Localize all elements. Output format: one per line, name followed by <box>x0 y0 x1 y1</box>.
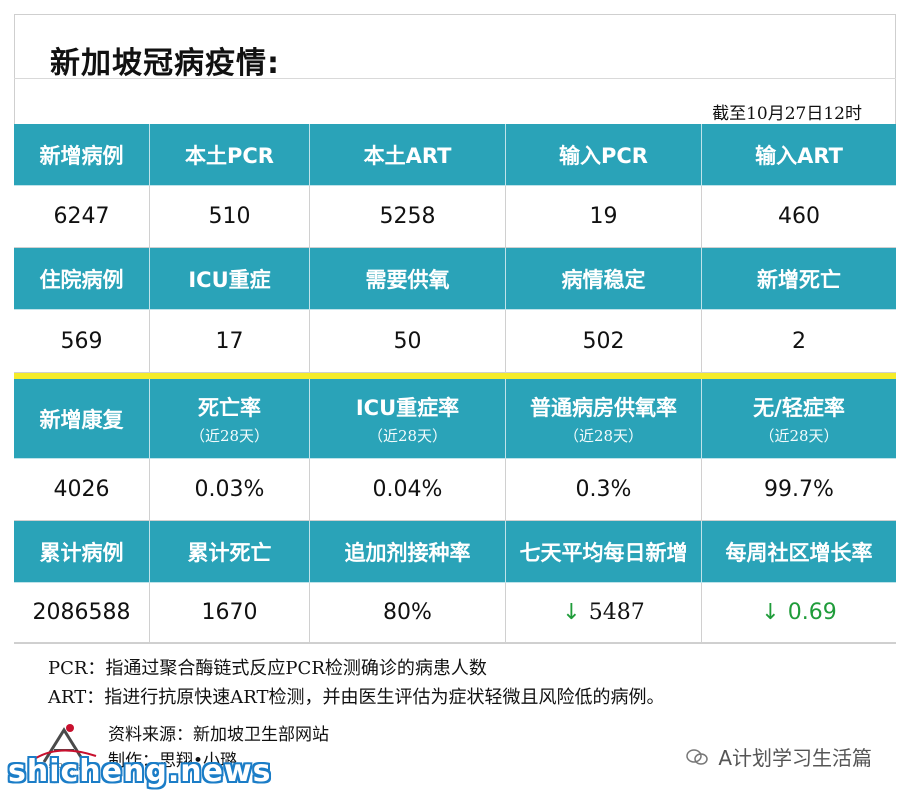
brand-signature: A计划学习生活篇 <box>686 742 872 771</box>
val-icu-rate: 0.04% <box>310 459 506 521</box>
header-row-2: 住院病例 ICU重症 需要供氧 病情稳定 新增死亡 <box>14 248 896 310</box>
val-total-deaths: 1670 <box>150 583 310 643</box>
val-import-art: 460 <box>702 186 896 248</box>
hdr-ward-oxygen-rate: 普通病房供氧率 （近28天） <box>506 379 702 459</box>
val-new-deaths: 2 <box>702 310 896 373</box>
val-death-rate: 0.03% <box>150 459 310 521</box>
value-row-3: 4026 0.03% 0.04% 0.3% 99.7% <box>14 459 896 521</box>
header-row-1: 新增病例 本土PCR 本土ART 输入PCR 输入ART <box>14 124 896 186</box>
header-row-3: 新增康复 死亡率 （近28天） ICU重症率 （近28天） 普通病房供氧率 （近28天… <box>14 379 896 459</box>
hdr-total-deaths: 累计死亡 <box>150 521 310 583</box>
val-new-cases: 6247 <box>14 186 150 248</box>
stats-table-top: 新增病例 本土PCR 本土ART 输入PCR 输入ART 6247 510 52… <box>14 124 896 373</box>
value-row-1: 6247 510 5258 19 460 <box>14 186 896 248</box>
value-row-2: 569 17 50 502 2 <box>14 310 896 373</box>
period-note: （近28天） <box>563 426 644 445</box>
val-ward-oxygen-rate: 0.3% <box>506 459 702 521</box>
hdr-mild-rate: 无/轻症率 （近28天） <box>702 379 896 459</box>
stats-table-bottom: 新增康复 死亡率 （近28天） ICU重症率 （近28天） 普通病房供氧率 （近28天… <box>14 379 896 643</box>
down-arrow-icon: ↓ <box>562 600 581 625</box>
hdr-icu-rate: ICU重症率 （近28天） <box>310 379 506 459</box>
wechat-icon <box>686 748 709 765</box>
period-note: （近28天） <box>189 426 270 445</box>
val-local-art: 5258 <box>310 186 506 248</box>
hdr-new-cases: 新增病例 <box>14 124 150 186</box>
hdr-booster-rate: 追加剂接种率 <box>310 521 506 583</box>
hdr-new-recovered: 新增康复 <box>14 379 150 459</box>
hdr-import-art: 输入ART <box>702 124 896 186</box>
val-weekly-growth: ↓ 0.69 <box>702 583 896 643</box>
val-import-pcr: 19 <box>506 186 702 248</box>
hdr-hospitalised: 住院病例 <box>14 248 150 310</box>
hdr-new-deaths: 新增死亡 <box>702 248 896 310</box>
page-title: 新加坡冠病疫情: <box>50 46 280 81</box>
period-note: （近28天） <box>367 426 448 445</box>
val-mild-rate: 99.7% <box>702 459 896 521</box>
update-time: 截至10月27日12时 <box>712 104 862 124</box>
hdr-stable: 病情稳定 <box>506 248 702 310</box>
val-icu: 17 <box>150 310 310 373</box>
val-7day-avg: ↓ 5487 <box>506 583 702 643</box>
period-note: （近28天） <box>759 426 839 445</box>
down-arrow-icon: ↓ <box>761 600 780 625</box>
value-row-4: 2086588 1670 80% ↓ 5487 ↓ 0.69 <box>14 583 896 643</box>
title-divider <box>14 78 896 79</box>
hdr-total-cases: 累计病例 <box>14 521 150 583</box>
note-art: ART：指进行抗原快速ART检测，并由医生评估为症状轻微且风险低的病例。 <box>48 687 665 708</box>
hdr-7day-avg: 七天平均每日新增 <box>506 521 702 583</box>
footnotes: PCR：指通过聚合酶链式反应PCR检测确诊的病患人数 ART：指进行抗原快速AR… <box>48 654 664 712</box>
val-local-pcr: 510 <box>150 186 310 248</box>
hdr-import-pcr: 输入PCR <box>506 124 702 186</box>
hdr-icu: ICU重症 <box>150 248 310 310</box>
val-stable: 502 <box>506 310 702 373</box>
hdr-oxygen: 需要供氧 <box>310 248 506 310</box>
val-new-recovered: 4026 <box>14 459 150 521</box>
hdr-death-rate: 死亡率 （近28天） <box>150 379 310 459</box>
watermark: shicheng.news <box>8 754 272 789</box>
val-booster-rate: 80% <box>310 583 506 643</box>
header-row-4: 累计病例 累计死亡 追加剂接种率 七天平均每日新增 每周社区增长率 <box>14 521 896 583</box>
val-oxygen: 50 <box>310 310 506 373</box>
val-total-cases: 2086588 <box>14 583 150 643</box>
hdr-weekly-growth: 每周社区增长率 <box>702 521 896 583</box>
hdr-local-pcr: 本土PCR <box>150 124 310 186</box>
note-pcr: PCR：指通过聚合酶链式反应PCR检测确诊的病患人数 <box>48 658 487 679</box>
val-hospitalised: 569 <box>14 310 150 373</box>
hdr-local-art: 本土ART <box>310 124 506 186</box>
source-line: 资料来源：新加坡卫生部网站 <box>108 725 329 745</box>
